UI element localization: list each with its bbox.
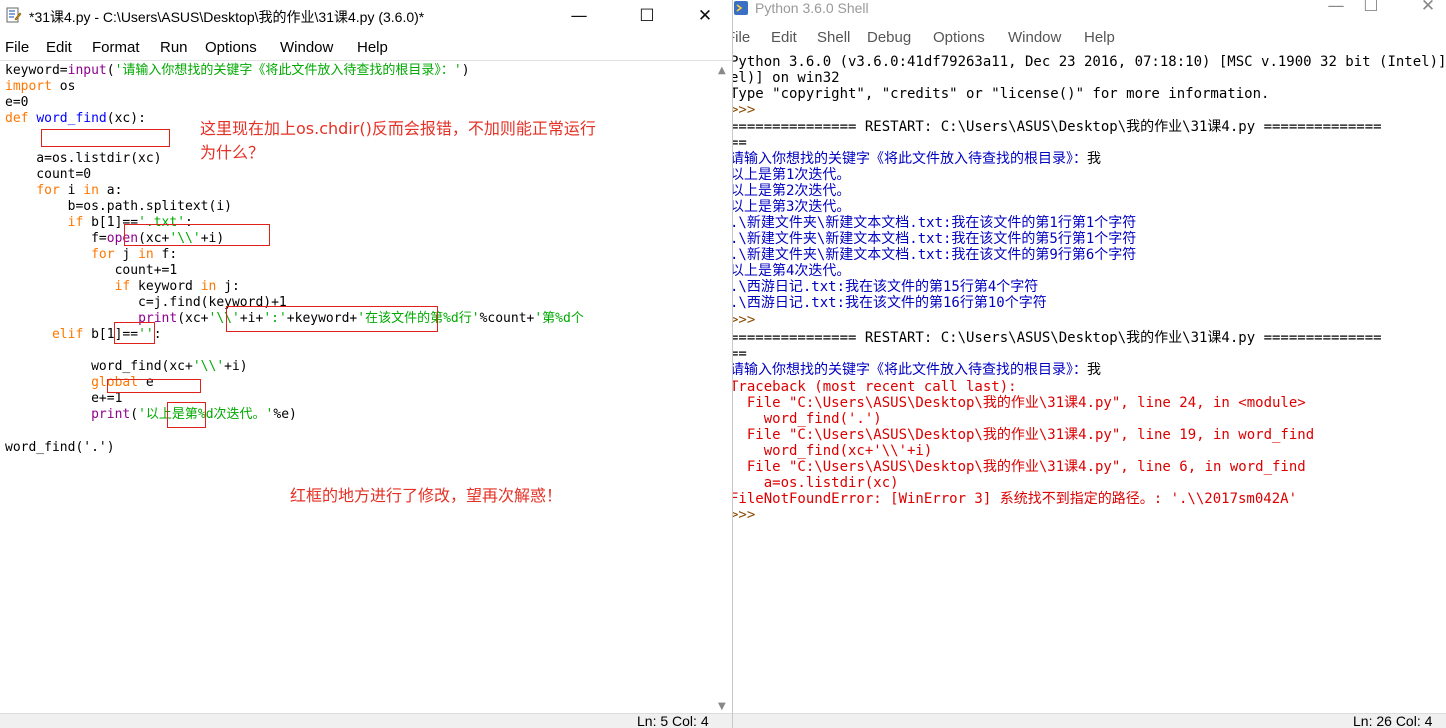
menu-file[interactable]: File <box>733 29 750 46</box>
shell-window-title: Python 3.6.0 Shell <box>755 0 869 16</box>
red-highlight-box <box>124 224 270 246</box>
menu-file[interactable]: File <box>5 39 29 56</box>
editor-menubar: File Edit Format Run Options Window Help <box>0 36 732 61</box>
red-highlight-box <box>41 129 170 147</box>
editor-window-title: *31课4.py - C:\Users\ASUS\Desktop\我的作业\31… <box>29 9 425 25</box>
shell-line: 以上是第1次迭代。 <box>733 167 851 183</box>
menu-window[interactable]: Window <box>1008 29 1061 46</box>
menu-window[interactable]: Window <box>280 39 333 56</box>
shell-window: Python 3.6.0 Shell — ☐ ✕ File Edit Shell… <box>733 0 1446 728</box>
shell-line: =============== RESTART: C:\Users\ASUS\D… <box>733 119 1382 135</box>
code-line: count=0 <box>5 167 92 182</box>
code-line: b=os.path.splitext(i) <box>5 199 232 214</box>
shell-line: 以上是第3次迭代。 <box>733 199 851 215</box>
code-line: word_find('.') <box>5 440 115 455</box>
code-line: count+=1 <box>5 263 178 278</box>
code-line: for j in f: <box>91 247 178 262</box>
shell-line: .\西游日记.txt:我在该文件的第16行第10个字符 <box>733 295 1047 311</box>
code-line: e=0 <box>5 95 29 110</box>
shell-error-line: word_find('.') <box>733 411 882 427</box>
code-line: a=os.listdir(xc) <box>5 151 162 166</box>
editor-window: *31课4.py - C:\Users\ASUS\Desktop\我的作业\31… <box>0 0 733 728</box>
cursor-position: Ln: 5 Col: 4 <box>637 713 709 728</box>
menu-format[interactable]: Format <box>92 39 140 56</box>
shell-prompt: >>> <box>733 312 756 328</box>
shell-line: .\新建文件夹\新建文本文档.txt:我在该文件的第9行第6个字符 <box>733 247 1137 263</box>
scroll-down-arrow-icon[interactable]: ▼ <box>718 701 726 712</box>
menu-edit[interactable]: Edit <box>771 29 797 46</box>
shell-error-line: File "C:\Users\ASUS\Desktop\我的作业\31课4.py… <box>733 459 1306 475</box>
close-button[interactable]: ✕ <box>1405 0 1446 20</box>
maximize-button[interactable]: ☐ <box>1348 0 1394 20</box>
shell-status-bar: Ln: 26 Col: 4 <box>733 713 1446 728</box>
shell-line: 以上是第2次迭代。 <box>733 183 851 199</box>
menu-debug[interactable]: Debug <box>867 29 911 46</box>
annotation-request: 红框的地方进行了修改，望再次解惑！ <box>290 486 563 505</box>
menu-edit[interactable]: Edit <box>46 39 72 56</box>
shell-line: el)] on win32 <box>733 70 840 86</box>
code-line: for i in a: <box>36 183 123 198</box>
menu-run[interactable]: Run <box>160 39 188 56</box>
code-line: keyword=input('请输入你想找的关键字《将此文件放入待查找的根目录》… <box>5 63 470 78</box>
shell-line: Type "copyright", "credits" or "license(… <box>733 86 1270 102</box>
shell-error-line: word_find(xc+'\\'+i) <box>733 443 933 459</box>
editor-titlebar[interactable]: *31课4.py - C:\Users\ASUS\Desktop\我的作业\31… <box>0 0 732 32</box>
python-file-icon <box>6 7 22 23</box>
code-line: def word_find(xc): <box>5 111 146 126</box>
shell-error-line: File "C:\Users\ASUS\Desktop\我的作业\31课4.py… <box>733 427 1315 443</box>
code-line: import os <box>5 79 76 94</box>
red-highlight-box <box>226 306 438 332</box>
shell-line: =============== RESTART: C:\Users\ASUS\D… <box>733 330 1382 346</box>
code-line: word_find(xc+'\\'+i) <box>5 359 248 374</box>
shell-line: 以上是第4次迭代。 <box>733 263 851 279</box>
shell-prompt: >>> <box>733 507 756 523</box>
shell-line: == <box>733 135 747 151</box>
close-button[interactable]: ✕ <box>682 2 728 30</box>
editor-vertical-scrollbar[interactable]: ▲ ▼ <box>715 63 732 714</box>
editor-status-bar: Ln: 5 Col: 4 <box>0 713 732 728</box>
annotation-question: 这里现在加上os.chdir()反而会报错，不加则能正常运行 为什么？ <box>200 119 596 162</box>
shell-line: 请输入你想找的关键字《将此文件放入待查找的根目录》：我 <box>733 151 1101 167</box>
red-highlight-box <box>107 379 201 393</box>
red-highlight-box <box>114 322 155 344</box>
shell-output[interactable]: Python 3.6.0 (v3.6.0:41df79263a11, Dec 2… <box>733 54 1446 714</box>
shell-line: .\新建文件夹\新建文本文档.txt:我在该文件的第1行第1个字符 <box>733 215 1137 231</box>
menu-shell[interactable]: Shell <box>817 29 850 46</box>
shell-line: .\西游日记.txt:我在该文件的第15行第4个字符 <box>733 279 1039 295</box>
shell-menubar: File Edit Shell Debug Options Window Hel… <box>733 26 1446 50</box>
red-highlight-box <box>167 402 206 428</box>
code-line: if keyword in j: <box>114 279 240 294</box>
shell-error-line: FileNotFoundError: [WinError 3] 系统找不到指定的… <box>733 491 1298 507</box>
cursor-position: Ln: 26 Col: 4 <box>1353 713 1433 728</box>
code-line: e+=1 <box>5 391 123 406</box>
menu-options[interactable]: Options <box>205 39 257 56</box>
shell-error-line: File "C:\Users\ASUS\Desktop\我的作业\31课4.py… <box>733 395 1306 411</box>
shell-line: .\新建文件夹\新建文本文档.txt:我在该文件的第5行第1个字符 <box>733 231 1137 247</box>
shell-line: 请输入你想找的关键字《将此文件放入待查找的根目录》：我 <box>733 362 1101 378</box>
shell-line: Python 3.6.0 (v3.6.0:41df79263a11, Dec 2… <box>733 54 1446 70</box>
minimize-button[interactable]: — <box>556 2 602 30</box>
menu-options[interactable]: Options <box>933 29 985 46</box>
shell-error-line: Traceback (most recent call last): <box>733 379 1017 395</box>
maximize-button[interactable]: ☐ <box>624 2 670 30</box>
python-shell-icon <box>734 1 748 15</box>
shell-line: == <box>733 346 747 362</box>
scroll-up-arrow-icon[interactable]: ▲ <box>718 65 726 76</box>
menu-help[interactable]: Help <box>1084 29 1115 46</box>
shell-error-line: a=os.listdir(xc) <box>733 475 899 491</box>
menu-help[interactable]: Help <box>357 39 388 56</box>
shell-prompt: >>> <box>733 102 756 118</box>
code-line: print('以上是第%d次迭代。'%e) <box>91 407 297 422</box>
